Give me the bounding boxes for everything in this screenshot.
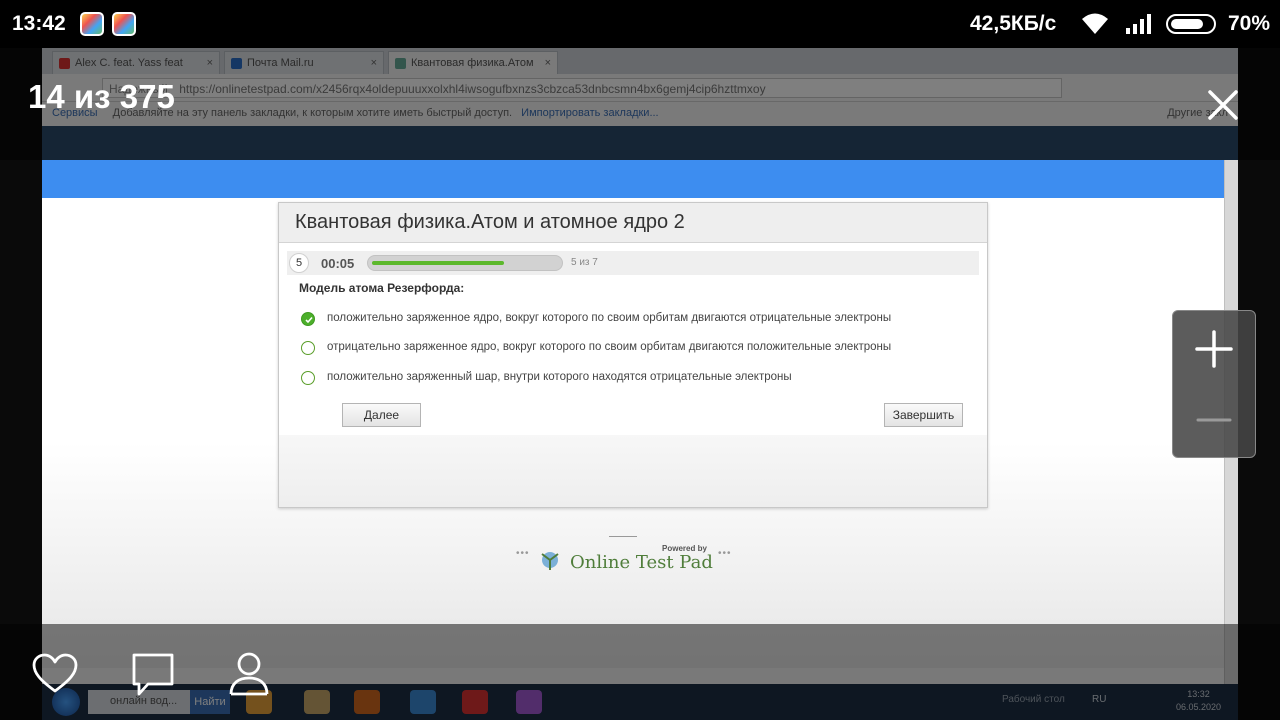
- close-icon[interactable]: [1202, 84, 1244, 126]
- brand-logo[interactable]: ••• Powered by Online Test Pad •••: [512, 544, 732, 578]
- decor-dots: •••: [516, 548, 530, 559]
- plus-icon[interactable]: [1173, 311, 1255, 385]
- progress-bar: [367, 255, 563, 271]
- brand-icon: [541, 552, 559, 570]
- zoom-controls: [1172, 310, 1256, 458]
- minus-icon[interactable]: [1173, 385, 1255, 457]
- answer-text: положительно заряженный шар, внутри кото…: [327, 371, 792, 383]
- app-icon: [80, 12, 104, 36]
- status-time: 13:42: [12, 12, 66, 35]
- radio-unchecked[interactable]: [301, 371, 315, 385]
- progress-fill: [372, 261, 504, 265]
- heart-icon[interactable]: [30, 650, 80, 700]
- panel-footer: [279, 435, 987, 507]
- radio-unchecked[interactable]: [301, 341, 315, 355]
- divider: [609, 536, 637, 537]
- test-panel: Квантовая физика.Атом и атомное ядро 2 5…: [278, 202, 988, 508]
- wifi-icon: [1082, 13, 1108, 34]
- person-icon[interactable]: [224, 650, 274, 700]
- status-bar: 13:42 42,5КБ/с 70%: [0, 0, 1280, 48]
- answer-text: отрицательно заряженное ядро, вокруг кот…: [327, 341, 892, 353]
- test-title: Квантовая физика.Атом и атомное ядро 2: [279, 203, 987, 243]
- photo-counter: 14 из 375: [28, 78, 175, 115]
- battery-icon: [1166, 14, 1216, 34]
- signal-icon: [1126, 14, 1151, 34]
- decor-dots: •••: [718, 548, 732, 559]
- check-icon: [305, 316, 313, 324]
- question-number: 5: [289, 253, 309, 273]
- comment-icon[interactable]: [128, 650, 178, 700]
- answer-text: положительно заряженное ядро, вокруг кот…: [327, 312, 892, 324]
- viewer-bottom-overlay: [0, 624, 1280, 720]
- viewer-top-overlay: [0, 48, 1280, 160]
- app-icon: [112, 12, 136, 36]
- battery-percent: 70%: [1228, 12, 1271, 35]
- progress-count: 5 из 7: [571, 257, 598, 268]
- radio-checked[interactable]: [301, 312, 315, 326]
- finish-button[interactable]: Завершить: [884, 403, 963, 427]
- site-header: [42, 160, 1224, 198]
- network-speed: 42,5КБ/с: [970, 12, 1057, 35]
- brand-name: Online Test Pad: [570, 552, 713, 573]
- timer: 00:05: [321, 256, 355, 271]
- progress-row: 5 00:05 5 из 7: [287, 251, 979, 275]
- question-text: Модель атома Резерфорда:: [299, 281, 465, 295]
- next-button[interactable]: Далее: [342, 403, 421, 427]
